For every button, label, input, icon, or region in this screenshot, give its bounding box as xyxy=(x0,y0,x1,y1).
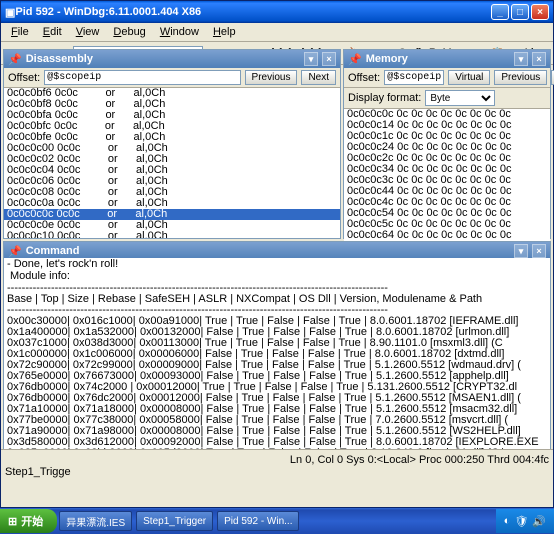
menu-file[interactable]: File xyxy=(5,25,35,39)
titlebar[interactable]: ▣ Pid 592 - WinDbg:6.11.0001.404 X86 _ □… xyxy=(1,1,553,23)
disasm-next-button[interactable]: Next xyxy=(301,70,336,85)
memory-pane: 📌 Memory ▾ × Offset: Virtual Previous Ne… xyxy=(343,49,551,239)
start-button[interactable]: ⊞ 开始 xyxy=(0,509,57,533)
pane-close-icon[interactable]: × xyxy=(322,52,336,66)
taskbar-item[interactable]: Pid 592 - Win... xyxy=(217,511,299,531)
menu-window[interactable]: Window xyxy=(154,25,205,39)
maximize-button[interactable]: □ xyxy=(511,4,529,20)
disasm-listing[interactable]: 0c0c0bf6 0c0c or al,0Ch0c0c0bf8 0c0c or … xyxy=(4,88,340,238)
mem-listing[interactable]: 0c0c0c0c 0c 0c 0c 0c 0c 0c 0c 0c0c0c0c14… xyxy=(344,109,550,241)
tray-icon[interactable]: ◐ xyxy=(504,515,511,527)
menu-view[interactable]: View xyxy=(70,25,106,39)
minimize-button[interactable]: _ xyxy=(491,4,509,20)
menu-edit[interactable]: Edit xyxy=(37,25,68,39)
disasm-row[interactable]: 0c0c0c10 0c0c or al,0Ch xyxy=(4,231,340,238)
menu-debug[interactable]: Debug xyxy=(107,25,151,39)
cmd-output[interactable]: - Done, let's rock'n roll!Module info:--… xyxy=(4,258,550,454)
statusbar: Ln 0, Col 0 Sys 0:<Local> Proc 000:250 T… xyxy=(1,449,553,481)
pane-close-icon[interactable]: × xyxy=(532,244,546,258)
disasm-header[interactable]: 📌 Disassembly ▾ × xyxy=(4,50,340,68)
main-window: ▣ Pid 592 - WinDbg:6.11.0001.404 X86 _ □… xyxy=(0,0,554,508)
pin-icon[interactable]: 📌 xyxy=(8,245,22,258)
tray-icon[interactable]: 🔊 xyxy=(532,515,546,528)
command-pane: 📌 Command ▾ × - Done, let's rock'n roll!… xyxy=(3,241,551,473)
taskbar-item[interactable]: 异果漂流.IES xyxy=(59,511,132,531)
windows-logo-icon: ⊞ xyxy=(8,515,17,528)
pin-icon[interactable]: 📌 xyxy=(348,53,362,66)
disasm-offset-input[interactable] xyxy=(44,70,240,85)
pane-menu-icon[interactable]: ▾ xyxy=(304,52,318,66)
title: Pid 592 - WinDbg:6.11.0001.404 X86 xyxy=(15,6,491,18)
mem-offset-input[interactable] xyxy=(384,70,444,85)
disasm-offset-bar: Offset: Previous Next xyxy=(4,68,340,88)
disassembly-pane: 📌 Disassembly ▾ × Offset: Previous Next … xyxy=(3,49,341,239)
mem-virtual-button[interactable]: Virtual xyxy=(448,70,490,85)
close-button[interactable]: × xyxy=(531,4,549,20)
tray-icon[interactable]: 🛡 xyxy=(514,515,528,528)
mem-offset-bar: Offset: Virtual Previous Next xyxy=(344,68,550,88)
taskbar-item[interactable]: Step1_Trigger xyxy=(136,511,213,531)
taskbar: ⊞ 开始 异果漂流.IESStep1_TriggerPid 592 - Win.… xyxy=(0,508,554,534)
menubar: FileEditViewDebugWindowHelp xyxy=(1,23,553,42)
pane-close-icon[interactable]: × xyxy=(532,52,546,66)
mem-format-bar: Display format: Byte xyxy=(344,88,550,109)
mem-prev-button[interactable]: Previous xyxy=(494,70,547,85)
app-icon: ▣ xyxy=(5,6,15,19)
pane-menu-icon[interactable]: ▾ xyxy=(514,52,528,66)
mem-header[interactable]: 📌 Memory ▾ × xyxy=(344,50,550,68)
tray[interactable]: ◐ 🛡 🔊 xyxy=(496,509,554,533)
pin-icon[interactable]: 📌 xyxy=(8,53,22,66)
disasm-prev-button[interactable]: Previous xyxy=(245,70,298,85)
mem-format-select[interactable]: Byte xyxy=(425,90,495,106)
pane-menu-icon[interactable]: ▾ xyxy=(514,244,528,258)
menu-help[interactable]: Help xyxy=(207,25,242,39)
